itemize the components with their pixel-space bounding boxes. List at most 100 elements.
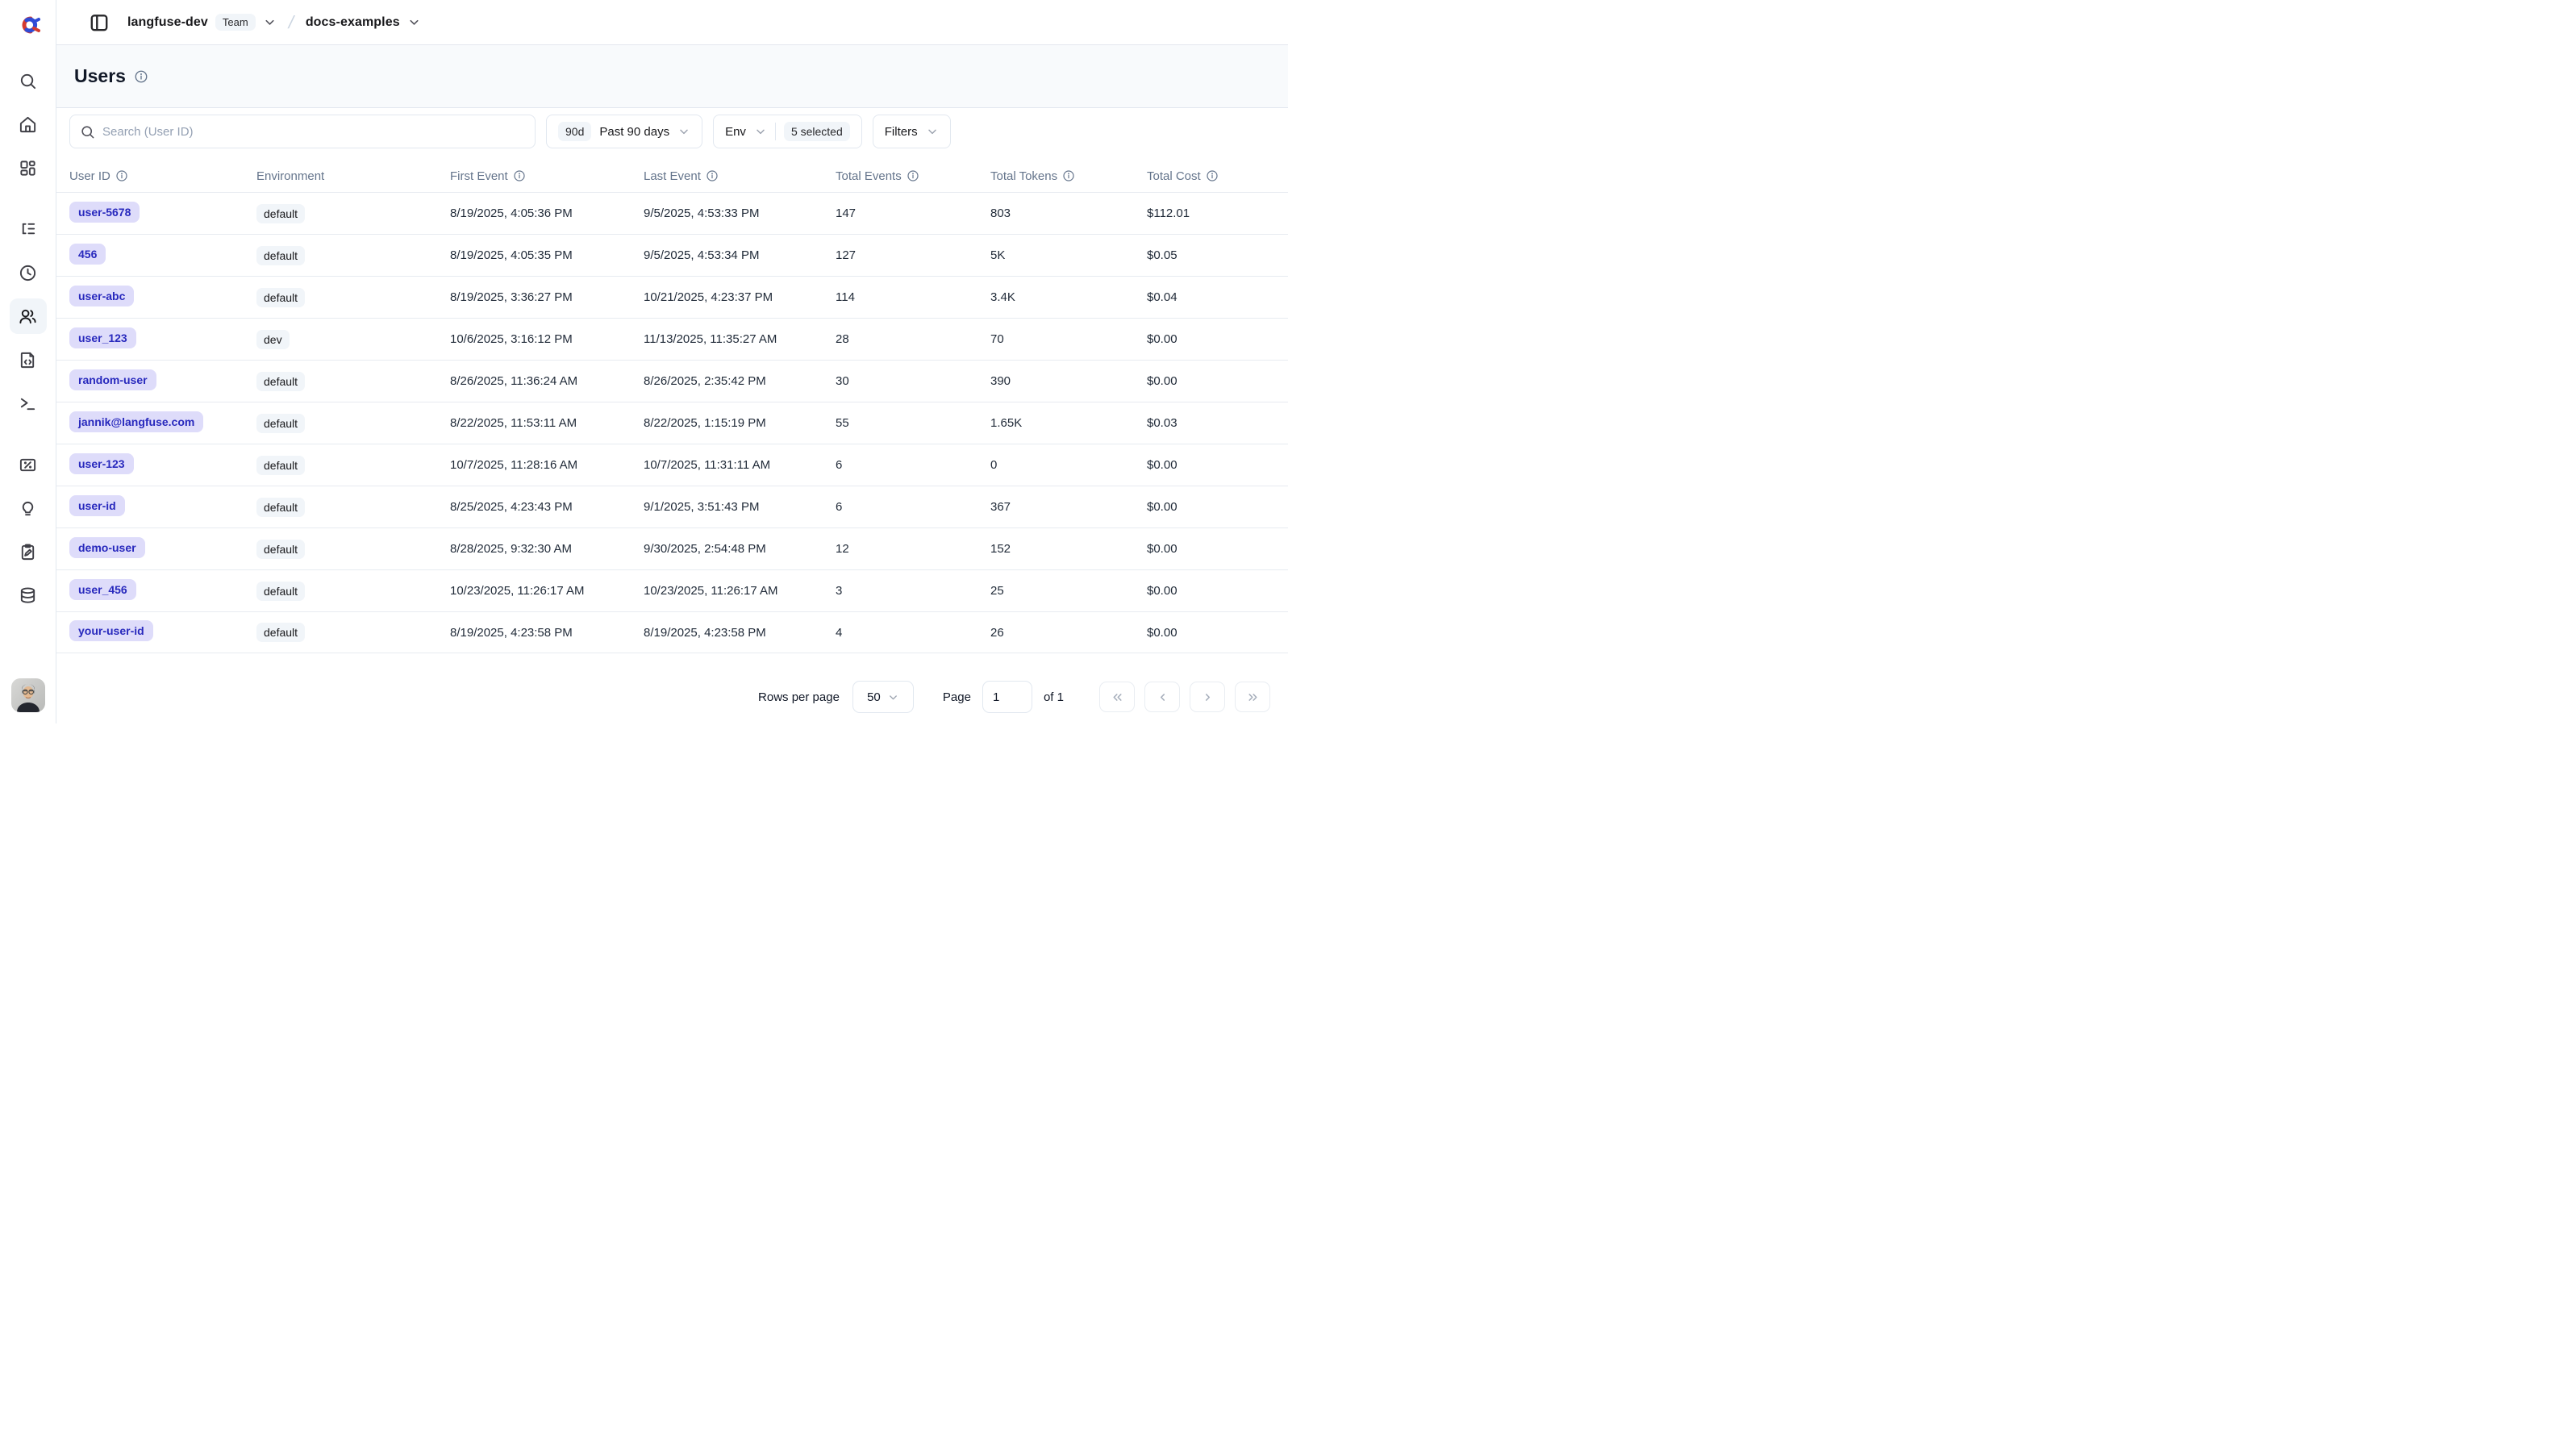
chevron-left-icon	[1156, 690, 1169, 704]
project-name[interactable]: docs-examples	[306, 15, 400, 30]
user-id-badge[interactable]: random-user	[69, 369, 156, 390]
environment-badge: default	[256, 372, 305, 391]
column-info-icon[interactable]	[1206, 169, 1219, 182]
table-row[interactable]: user_456default10/23/2025, 11:26:17 AM10…	[56, 569, 1288, 611]
table-header-row: User IDEnvironmentFirst EventLast EventT…	[56, 160, 1288, 192]
chevron-down-icon	[887, 691, 899, 703]
filters-label: Filters	[885, 125, 918, 139]
first-event-cell: 8/19/2025, 4:05:36 PM	[450, 206, 644, 220]
sidebar-item-evals[interactable]	[10, 490, 47, 526]
org-name[interactable]: langfuse-dev	[127, 15, 208, 30]
sidebar-item-annotation[interactable]	[10, 534, 47, 569]
environment-filter-button[interactable]: Env 5 selected	[713, 115, 862, 148]
sidebar-item-scores[interactable]	[10, 447, 47, 482]
sidebar-item-datasets[interactable]	[10, 578, 47, 613]
date-range-shortcut-badge: 90d	[558, 122, 591, 141]
sidebar-item-users[interactable]	[10, 298, 47, 334]
table-row[interactable]: 456default8/19/2025, 4:05:35 PM9/5/2025,…	[56, 234, 1288, 276]
total-cost-cell: $0.00	[1147, 332, 1288, 346]
filters-button[interactable]: Filters	[873, 115, 951, 148]
total-cost-cell: $0.00	[1147, 458, 1288, 472]
last-event-cell: 8/26/2025, 2:35:42 PM	[644, 374, 836, 388]
user-id-badge[interactable]: demo-user	[69, 537, 145, 558]
user-id-badge[interactable]: user_123	[69, 327, 136, 348]
column-header[interactable]: Total Tokens	[990, 169, 1147, 183]
table-row[interactable]: your-user-iddefault8/19/2025, 4:23:58 PM…	[56, 611, 1288, 653]
column-info-icon[interactable]	[513, 169, 526, 182]
search-input[interactable]	[102, 125, 525, 139]
total-tokens-cell: 367	[990, 500, 1147, 514]
rows-per-page-label: Rows per page	[758, 690, 840, 704]
terminal-icon	[19, 394, 37, 413]
user-id-badge[interactable]: user_456	[69, 579, 136, 600]
org-plan-badge: Team	[215, 14, 256, 31]
sidebar-item-prompts[interactable]	[10, 342, 47, 377]
table-row[interactable]: user-abcdefault8/19/2025, 3:36:27 PM10/2…	[56, 276, 1288, 318]
user-id-badge[interactable]: jannik@langfuse.com	[69, 411, 203, 432]
table-body: user-5678default8/19/2025, 4:05:36 PM9/5…	[56, 192, 1288, 653]
table-row[interactable]: jannik@langfuse.comdefault8/22/2025, 11:…	[56, 402, 1288, 444]
project-switcher-chevron-down-icon[interactable]	[407, 15, 421, 29]
table-row[interactable]: demo-userdefault8/28/2025, 9:32:30 AM9/3…	[56, 528, 1288, 569]
sidebar-item-tracing[interactable]	[10, 211, 47, 247]
column-header[interactable]: First Event	[450, 169, 644, 183]
environment-badge: default	[256, 498, 305, 517]
column-header[interactable]: Environment	[256, 169, 450, 183]
previous-page-button[interactable]	[1144, 682, 1180, 712]
sidebar-item-home[interactable]	[10, 106, 47, 142]
clipboard-pen-icon	[19, 543, 37, 561]
column-header[interactable]: Total Cost	[1147, 169, 1288, 183]
first-event-cell: 8/22/2025, 11:53:11 AM	[450, 416, 644, 430]
total-events-cell: 4	[836, 626, 990, 640]
user-id-badge[interactable]: user-5678	[69, 202, 140, 223]
next-page-button[interactable]	[1190, 682, 1225, 712]
total-cost-cell: $0.00	[1147, 374, 1288, 388]
table-row[interactable]: user_123dev10/6/2025, 3:16:12 PM11/13/20…	[56, 318, 1288, 360]
main-area: langfuse-dev Team / docs-examples Users …	[56, 0, 1288, 724]
total-cost-cell: $0.05	[1147, 248, 1288, 262]
user-id-badge[interactable]: your-user-id	[69, 620, 153, 641]
column-header[interactable]: Last Event	[644, 169, 836, 183]
last-page-button[interactable]	[1235, 682, 1270, 712]
sidebar-item-playground[interactable]	[10, 386, 47, 421]
env-selected-badge: 5 selected	[784, 122, 850, 141]
total-tokens-cell: 26	[990, 626, 1147, 640]
table-row[interactable]: random-userdefault8/26/2025, 11:36:24 AM…	[56, 360, 1288, 402]
file-code-icon	[19, 351, 37, 369]
page-number-input[interactable]	[982, 681, 1032, 713]
environment-badge: default	[256, 540, 305, 559]
sidebar-item-sessions[interactable]	[10, 255, 47, 290]
total-events-cell: 12	[836, 542, 990, 556]
table-row[interactable]: user-123default10/7/2025, 11:28:16 AM10/…	[56, 444, 1288, 486]
chevron-down-icon	[677, 125, 690, 138]
first-event-cell: 10/23/2025, 11:26:17 AM	[450, 584, 644, 598]
first-page-button[interactable]	[1099, 682, 1135, 712]
page-title-info-icon[interactable]	[134, 69, 148, 84]
user-id-badge[interactable]: user-id	[69, 495, 125, 516]
table-row[interactable]: user-5678default8/19/2025, 4:05:36 PM9/5…	[56, 192, 1288, 234]
org-switcher-chevron-down-icon[interactable]	[263, 15, 277, 29]
pagination-bar: Rows per page 50 Page of 1	[56, 670, 1288, 724]
home-icon	[19, 115, 37, 134]
column-info-icon[interactable]	[907, 169, 919, 182]
user-avatar[interactable]	[11, 678, 45, 712]
column-info-icon[interactable]	[1062, 169, 1075, 182]
rows-per-page-select[interactable]: 50	[852, 681, 914, 713]
column-info-icon[interactable]	[115, 169, 128, 182]
column-header[interactable]: Total Events	[836, 169, 990, 183]
column-header[interactable]: User ID	[69, 169, 256, 183]
first-event-cell: 8/19/2025, 3:36:27 PM	[450, 290, 644, 304]
langfuse-logo-icon[interactable]	[12, 11, 44, 39]
user-id-badge[interactable]: user-123	[69, 453, 134, 474]
table-row[interactable]: user-iddefault8/25/2025, 4:23:43 PM9/1/2…	[56, 486, 1288, 528]
first-event-cell: 8/25/2025, 4:23:43 PM	[450, 500, 644, 514]
total-events-cell: 6	[836, 458, 990, 472]
sidebar-item-dashboards[interactable]	[10, 150, 47, 186]
sidebar-item-search[interactable]	[10, 63, 47, 98]
column-info-icon[interactable]	[706, 169, 719, 182]
date-range-button[interactable]: 90d Past 90 days	[546, 115, 702, 148]
user-id-badge[interactable]: 456	[69, 244, 106, 265]
sidebar-toggle-icon[interactable]	[89, 12, 110, 33]
user-id-badge[interactable]: user-abc	[69, 286, 134, 306]
chevron-down-icon	[754, 125, 767, 138]
